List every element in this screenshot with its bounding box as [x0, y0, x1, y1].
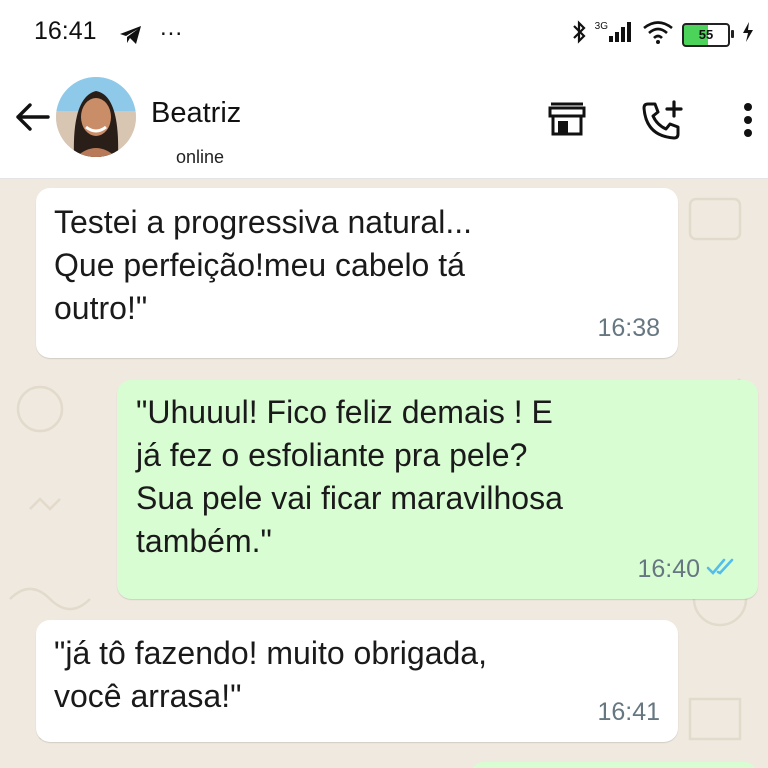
contact-status: online	[176, 147, 225, 167]
message-text: "Uhuuul! Fico feliz demais ! E já fez o …	[136, 394, 563, 559]
wifi-icon	[642, 20, 674, 49]
message-bubble-incoming[interactable]: Testei a progressiva natural... Que perf…	[36, 188, 678, 358]
message-time: 16:38	[597, 314, 660, 342]
status-more-icon: ...	[160, 14, 184, 41]
bluetooth-icon	[571, 20, 587, 49]
message-bubble-outgoing-partial[interactable]	[470, 762, 758, 768]
battery-level: 55	[698, 27, 714, 42]
signal-icon	[608, 21, 634, 48]
message-bubble-incoming[interactable]: "já tô fazendo! muito obrigada, você arr…	[36, 620, 678, 742]
network-type-label: 3G	[594, 21, 608, 32]
back-arrow-icon[interactable]	[14, 102, 50, 137]
message-bubble-outgoing[interactable]: "Uhuuul! Fico feliz demais ! E já fez o …	[117, 380, 758, 599]
message-text: "já tô fazendo! muito obrigada, você arr…	[54, 635, 487, 714]
status-bar: 16:41 ... 3G 55	[0, 0, 768, 66]
battery-icon: 55	[682, 22, 734, 47]
add-call-icon[interactable]	[640, 100, 686, 147]
charging-icon	[742, 21, 754, 48]
chat-area[interactable]: Testei a progressiva natural... Que perf…	[0, 179, 768, 768]
chat-header: Beatriz online	[0, 66, 768, 179]
store-icon[interactable]	[547, 100, 587, 143]
avatar[interactable]	[56, 77, 136, 157]
contact-name[interactable]: Beatriz	[151, 97, 241, 130]
message-meta: 16:38	[597, 307, 660, 350]
message-time: 16:40	[637, 555, 700, 583]
read-receipt-icon	[706, 548, 740, 591]
more-options-icon[interactable]	[743, 102, 753, 143]
message-meta: 16:40	[637, 548, 740, 591]
message-time: 16:41	[597, 698, 660, 726]
message-text: Testei a progressiva natural... Que perf…	[54, 204, 472, 326]
message-meta: 16:41	[597, 691, 660, 734]
telegram-icon	[119, 24, 143, 51]
status-time: 16:41	[34, 17, 97, 45]
